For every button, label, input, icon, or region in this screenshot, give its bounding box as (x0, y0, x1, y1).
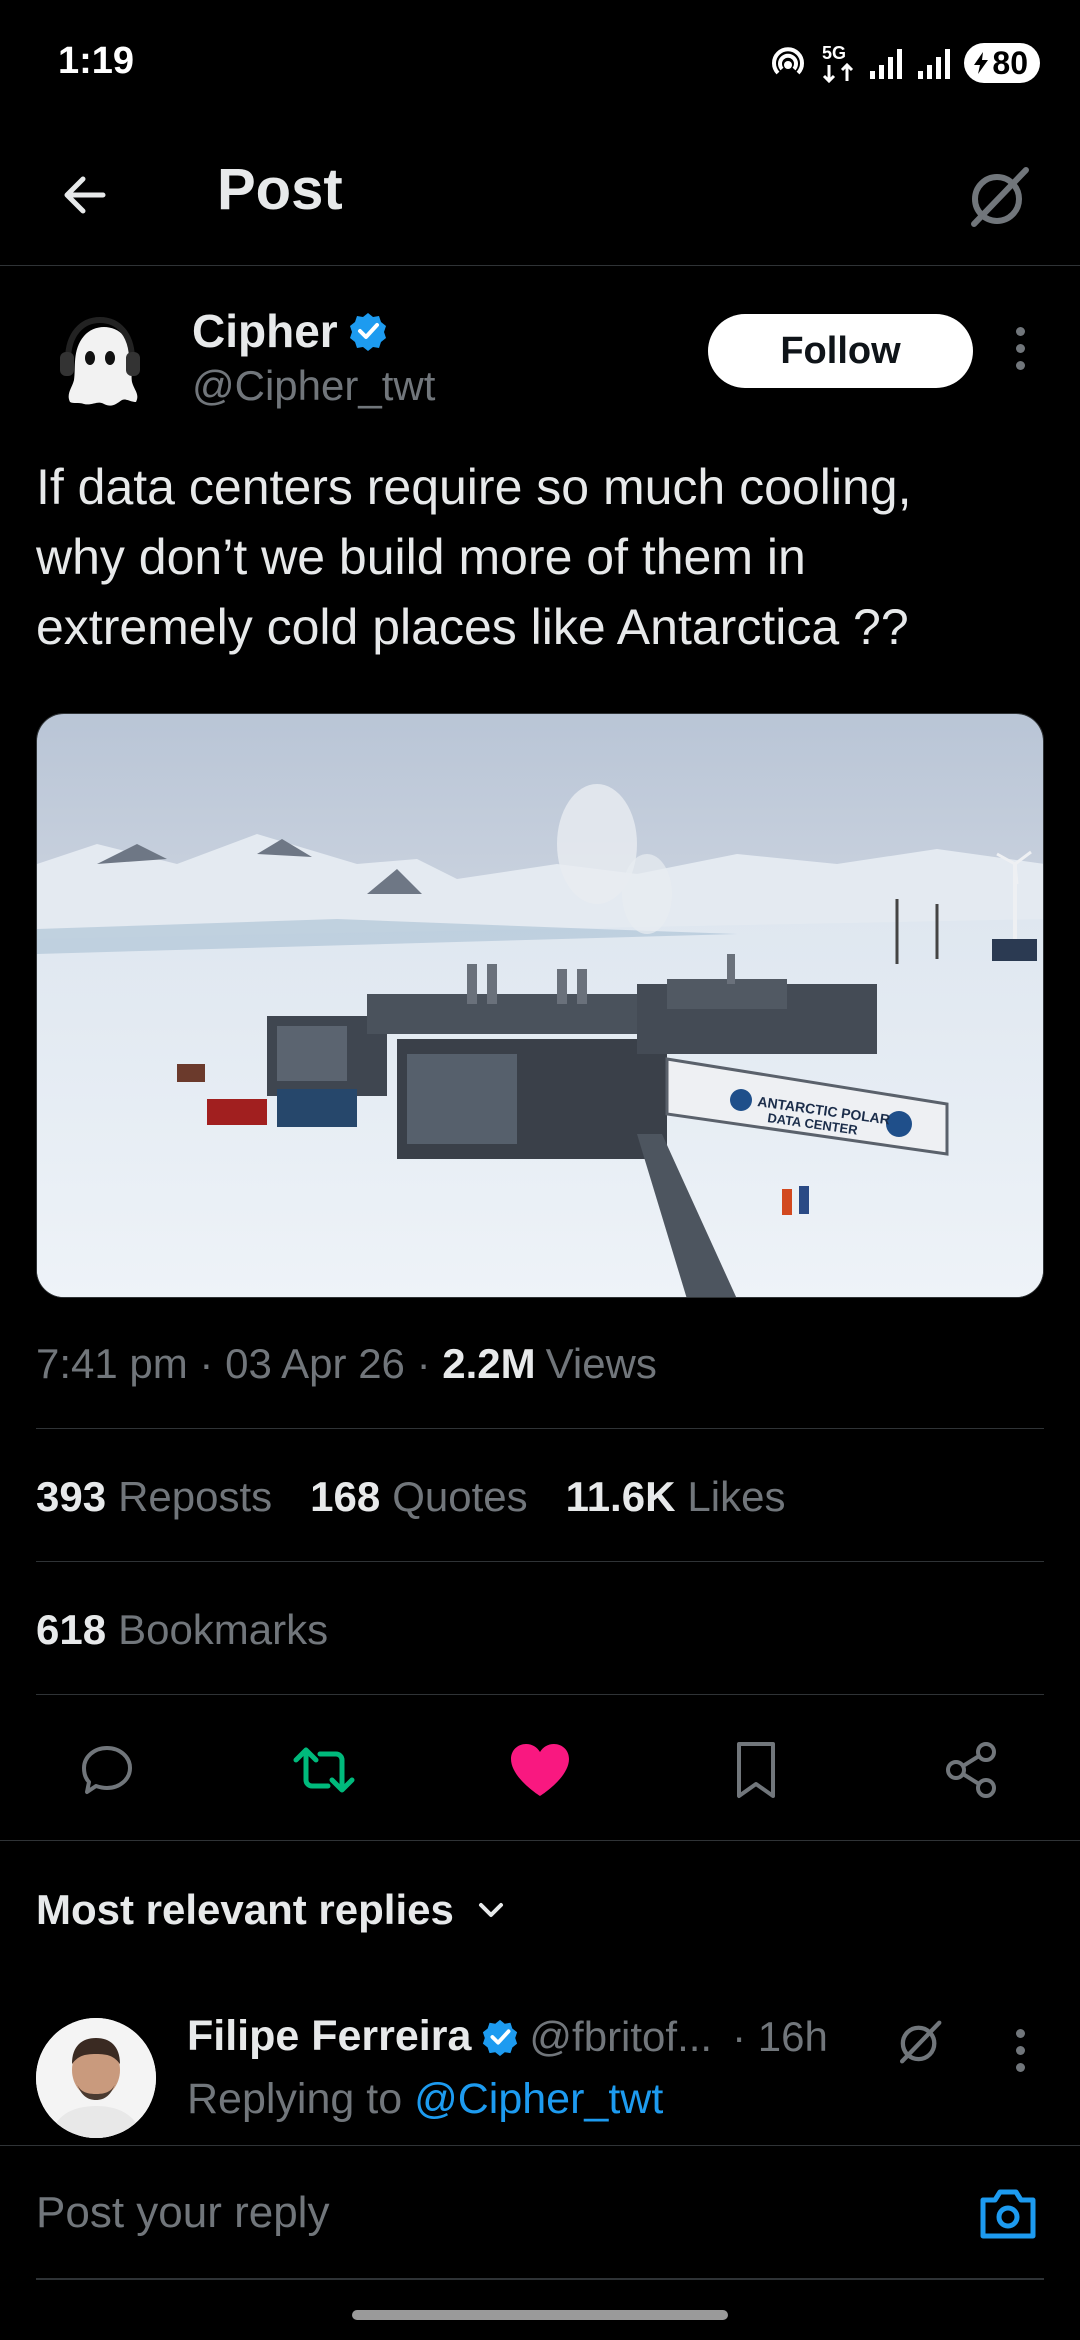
more-dot (1015, 360, 1025, 370)
repost-icon (293, 1747, 355, 1793)
more-options-button[interactable] (1000, 318, 1040, 378)
post-image[interactable]: ANTARCTIC POLAR DATA CENTER (36, 713, 1044, 1298)
replying-to-prefix: Replying to (187, 2075, 403, 2123)
antarctic-data-center-photo: ANTARCTIC POLAR DATA CENTER (37, 714, 1043, 1297)
more-dot (1015, 2028, 1025, 2038)
engagement-stats: 393 Reposts 168 Quotes 11.6K Likes (36, 1473, 785, 1521)
share-button[interactable] (936, 1734, 1008, 1806)
reply-button[interactable] (71, 1734, 143, 1806)
post-date: 03 Apr 26 (225, 1340, 405, 1387)
replies-sort-label: Most relevant replies (36, 1886, 454, 1933)
divider (36, 1561, 1044, 1562)
quotes-label: Quotes (392, 1473, 528, 1520)
svg-text:5G: 5G (822, 43, 846, 63)
grok-icon (971, 167, 1029, 227)
author-avatar[interactable] (40, 302, 160, 422)
signal-icon (868, 45, 904, 81)
reply-more-button[interactable] (1000, 2020, 1040, 2080)
author-name[interactable]: Cipher (192, 304, 338, 358)
signal-icon-2 (916, 45, 952, 81)
like-icon (511, 1744, 569, 1796)
author-name-row: Cipher (192, 304, 388, 358)
camera-button[interactable] (972, 2182, 1044, 2246)
reply-header-row: Filipe Ferreira @fbritof... · 16h (187, 2012, 828, 2061)
hotspot-icon (768, 43, 808, 83)
person-avatar-icon (36, 2018, 156, 2138)
page-title: Post (217, 157, 343, 222)
bookmark-icon (737, 1742, 775, 1798)
status-time: 1:19 (58, 40, 135, 82)
battery-level: 80 (992, 44, 1028, 81)
chevron-down-icon (478, 1903, 503, 1917)
replying-to: Replying to @Cipher_twt (187, 2075, 663, 2124)
grok-button[interactable] (954, 152, 1044, 242)
reply-author-avatar[interactable] (36, 2018, 156, 2138)
reply-input[interactable] (36, 2146, 936, 2280)
views-count: 2.2M (442, 1340, 536, 1387)
verified-badge-icon (483, 2019, 518, 2056)
more-dot (1015, 326, 1025, 336)
reply-icon (82, 1746, 132, 1794)
separator: · (187, 1340, 226, 1387)
arrow-left-icon (64, 176, 106, 214)
likes-label: Likes (687, 1473, 786, 1520)
charging-icon (974, 52, 989, 74)
share-icon (946, 1742, 996, 1798)
more-dot (1015, 2045, 1025, 2055)
bookmarks-stat[interactable]: 618 Bookmarks (36, 1606, 328, 1654)
likes-count: 11.6K (565, 1473, 676, 1520)
battery-indicator: 80 (964, 43, 1040, 83)
reply-author-name[interactable]: Filipe Ferreira (187, 2012, 471, 2061)
post-author: Cipher @Cipher_twt Follow (0, 290, 1080, 440)
replies-sort-dropdown[interactable]: Most relevant replies (36, 1886, 508, 1934)
reply-item[interactable]: Filipe Ferreira @fbritof... · 16h Replyi… (0, 2000, 1080, 2145)
composer-underline (36, 2278, 1044, 2280)
quotes-count: 168 (310, 1473, 381, 1520)
bookmark-button[interactable] (720, 1734, 792, 1806)
reply-grok-button[interactable] (890, 2012, 950, 2072)
ghost-avatar-icon (40, 302, 160, 422)
views-label: Views (545, 1340, 657, 1387)
reposts-count: 393 (36, 1473, 107, 1520)
quotes-stat[interactable]: 168 Quotes (310, 1473, 528, 1521)
like-button[interactable] (504, 1734, 576, 1806)
reposts-label: Reposts (118, 1473, 273, 1520)
repost-button[interactable] (288, 1734, 360, 1806)
back-button[interactable] (50, 160, 120, 230)
reposts-stat[interactable]: 393 Reposts (36, 1473, 272, 1521)
status-bar: 1:19 5G 80 (0, 0, 1080, 126)
reply-composer (0, 2145, 1080, 2285)
bookmarks-count: 618 (36, 1606, 107, 1653)
reply-author-handle: @fbritof... (529, 2012, 713, 2060)
camera-icon (980, 2189, 1036, 2239)
divider (36, 1694, 1044, 1695)
more-dot (1015, 2062, 1025, 2072)
home-indicator[interactable] (352, 2310, 728, 2320)
divider (36, 1428, 1044, 1429)
more-dot (1015, 343, 1025, 353)
grok-icon (900, 2020, 942, 2064)
post-timestamp-views: 7:41 pm · 03 Apr 26 · 2.2M Views (36, 1340, 657, 1388)
status-icons: 5G 80 (768, 40, 1040, 86)
likes-stat[interactable]: 11.6K Likes (566, 1473, 786, 1521)
author-handle: @Cipher_twt (192, 362, 436, 409)
post-time: 7:41 pm (36, 1340, 188, 1387)
verified-badge-icon (349, 313, 386, 351)
top-app-bar: Post (0, 126, 1080, 266)
network-5g-icon: 5G (820, 41, 856, 85)
post-action-bar (0, 1720, 1080, 1820)
replying-to-link[interactable]: @Cipher_twt (414, 2075, 663, 2123)
follow-button[interactable]: Follow (708, 314, 973, 388)
separator: · (404, 1340, 443, 1387)
divider (0, 1840, 1080, 1841)
post-text: If data centers require so much cooling,… (36, 459, 912, 655)
bookmarks-label: Bookmarks (118, 1606, 329, 1653)
reply-time: · 16h (732, 2012, 828, 2060)
